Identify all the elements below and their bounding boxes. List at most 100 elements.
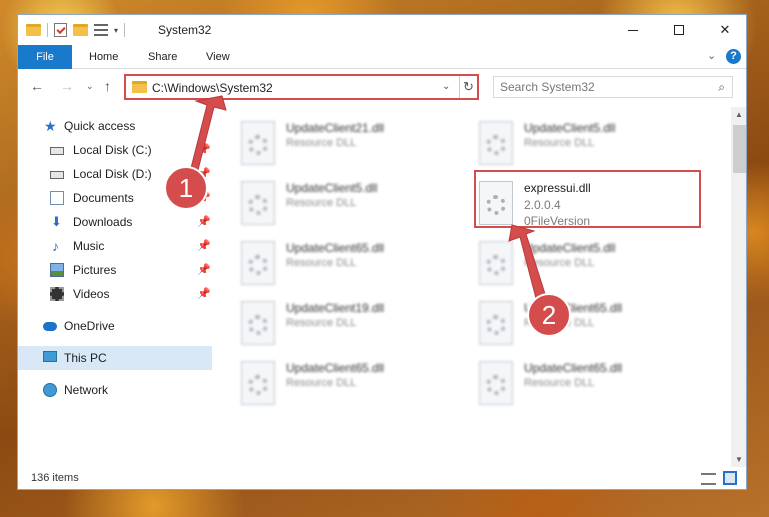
sidebar-item-quick-access[interactable]: ★ Quick access xyxy=(18,114,212,138)
dll-file-icon xyxy=(479,241,513,285)
ribbon-tabs: File Home Share View ⌄ ? xyxy=(18,45,746,69)
file-name: UpdateClient65.dll xyxy=(286,361,385,375)
address-dropdown-icon[interactable]: ⌄ xyxy=(442,81,450,92)
gear-icon xyxy=(248,375,268,395)
file-type: Resource DLL xyxy=(524,377,595,389)
pin-icon[interactable]: 📌 xyxy=(197,215,211,228)
file-item[interactable]: UpdateClient65.dll Resource DLL xyxy=(214,355,444,411)
file-name: UpdateClient5.dll xyxy=(524,241,616,255)
search-placeholder: Search System32 xyxy=(500,80,595,94)
tab-view[interactable]: View xyxy=(206,45,230,69)
sidebar-item-this-pc[interactable]: This PC xyxy=(18,346,212,370)
vertical-scrollbar[interactable]: ▲ ▼ xyxy=(731,107,746,467)
dll-file-icon xyxy=(241,241,275,285)
sidebar-item-documents[interactable]: Documents 📌 xyxy=(18,186,212,210)
file-item[interactable]: UpdateClient65.dll Resource DLL xyxy=(452,355,682,411)
sidebar-item-downloads[interactable]: ⬇ Downloads 📌 xyxy=(18,210,212,234)
up-button[interactable]: ↑ xyxy=(104,78,111,94)
folder-icon xyxy=(26,24,41,36)
address-bar[interactable]: C:\Windows\System32 ⌄ ↻ xyxy=(124,74,479,100)
recent-locations-icon[interactable]: ⌄ xyxy=(86,81,94,92)
file-list: UpdateClient21.dll Resource DLL UpdateCl… xyxy=(214,107,728,467)
scroll-up-icon[interactable]: ▲ xyxy=(735,110,743,119)
sidebar-item-music[interactable]: ♪ Music 📌 xyxy=(18,234,212,258)
dll-file-icon xyxy=(241,301,275,345)
star-icon: ★ xyxy=(44,118,57,134)
scrollbar-thumb[interactable] xyxy=(733,125,746,173)
file-type: Resource DLL xyxy=(286,137,357,149)
properties-icon[interactable] xyxy=(54,23,67,37)
title-bar: ▾ System32 ✕ xyxy=(18,15,746,45)
file-name: UpdateClient65.dll xyxy=(524,361,623,375)
file-item[interactable]: UpdateClient65.dll Resource DLL xyxy=(214,235,444,291)
sidebar-item-network[interactable]: Network xyxy=(18,378,212,402)
gear-icon xyxy=(248,315,268,335)
pin-icon[interactable]: 📌 xyxy=(197,191,211,204)
status-bar: 136 items xyxy=(18,467,746,489)
tab-file[interactable]: File xyxy=(18,45,72,69)
pin-icon[interactable]: 📌 xyxy=(197,263,211,276)
file-item[interactable]: UpdateClient5.dll Resource DLL xyxy=(452,235,682,291)
tab-share[interactable]: Share xyxy=(148,45,177,69)
sidebar-item-label: Local Disk (C:) xyxy=(73,143,152,157)
file-type: Resource DLL xyxy=(524,137,595,149)
search-input[interactable]: Search System32 ⌕ xyxy=(493,76,733,98)
sidebar-item-onedrive[interactable]: OneDrive xyxy=(18,314,212,338)
tab-home[interactable]: Home xyxy=(89,45,118,69)
sidebar-item-videos[interactable]: Videos 📌 xyxy=(18,282,212,306)
back-button[interactable]: ← xyxy=(30,78,44,94)
pictures-icon xyxy=(50,263,64,277)
pin-icon[interactable]: 📌 xyxy=(197,239,211,252)
maximize-button[interactable] xyxy=(656,15,702,45)
explorer-window: ▾ System32 ✕ File Home Share View ⌄ ? ← … xyxy=(17,14,747,490)
sidebar-item-label: Videos xyxy=(73,287,110,301)
expand-ribbon-icon[interactable]: ⌄ xyxy=(707,49,716,62)
gear-icon xyxy=(248,135,268,155)
window-title: System32 xyxy=(158,23,212,37)
file-type: Resource DLL xyxy=(286,317,357,329)
pin-icon[interactable]: 📌 xyxy=(197,287,211,300)
dll-file-icon xyxy=(241,361,275,405)
file-name: UpdateClient21.dll xyxy=(286,121,385,135)
customize-dropdown-icon[interactable]: ▾ xyxy=(114,26,118,35)
help-icon[interactable]: ? xyxy=(726,49,741,64)
drive-icon xyxy=(50,147,64,155)
file-item[interactable]: UpdateClient19.dll Resource DLL xyxy=(214,295,444,351)
file-item[interactable]: UpdateClient21.dll Resource DLL xyxy=(214,115,444,171)
sidebar-item-pictures[interactable]: Pictures 📌 xyxy=(18,258,212,282)
maximize-icon xyxy=(674,25,684,35)
dll-file-icon xyxy=(241,181,275,225)
search-icon[interactable]: ⌕ xyxy=(718,80,725,95)
documents-icon xyxy=(50,191,64,205)
rename-icon[interactable] xyxy=(94,24,108,36)
close-button[interactable]: ✕ xyxy=(702,15,746,45)
dll-file-icon xyxy=(241,121,275,165)
file-item[interactable]: UpdateClient5.dll Resource DLL xyxy=(452,115,682,171)
sidebar-item-local-disk-c[interactable]: Local Disk (C:) 📌 xyxy=(18,138,212,162)
file-item[interactable]: UpdateClient5.dll Resource DLL xyxy=(214,175,444,231)
download-icon: ⬇ xyxy=(51,214,62,229)
gear-icon xyxy=(486,255,506,275)
sidebar-item-label: Quick access xyxy=(64,119,136,133)
address-path[interactable]: C:\Windows\System32 xyxy=(152,81,273,95)
scroll-down-icon[interactable]: ▼ xyxy=(735,455,743,464)
file-highlight-box xyxy=(474,170,701,228)
sidebar-item-label: Pictures xyxy=(73,263,117,277)
file-name: UpdateClient65.dll xyxy=(524,301,623,315)
videos-icon xyxy=(50,287,64,301)
refresh-button[interactable]: ↻ xyxy=(459,76,477,98)
large-icons-view-icon[interactable] xyxy=(723,471,737,485)
file-type: Resource DLL xyxy=(524,257,595,269)
pin-icon[interactable]: 📌 xyxy=(197,167,211,180)
file-type: Resource DLL xyxy=(286,257,357,269)
sidebar-item-local-disk-d[interactable]: Local Disk (D:) 📌 xyxy=(18,162,212,186)
details-view-icon[interactable] xyxy=(701,473,716,485)
file-item[interactable]: UpdateClient65.dll Resource DLL xyxy=(452,295,682,351)
new-folder-icon[interactable] xyxy=(73,24,88,36)
gear-icon xyxy=(486,135,506,155)
pin-icon[interactable]: 📌 xyxy=(197,143,211,156)
sidebar-item-label: Music xyxy=(73,239,105,253)
minimize-button[interactable] xyxy=(610,15,656,45)
navigation-pane: ★ Quick access Local Disk (C:) 📌 Local D… xyxy=(18,107,212,467)
forward-button[interactable]: → xyxy=(60,78,74,94)
